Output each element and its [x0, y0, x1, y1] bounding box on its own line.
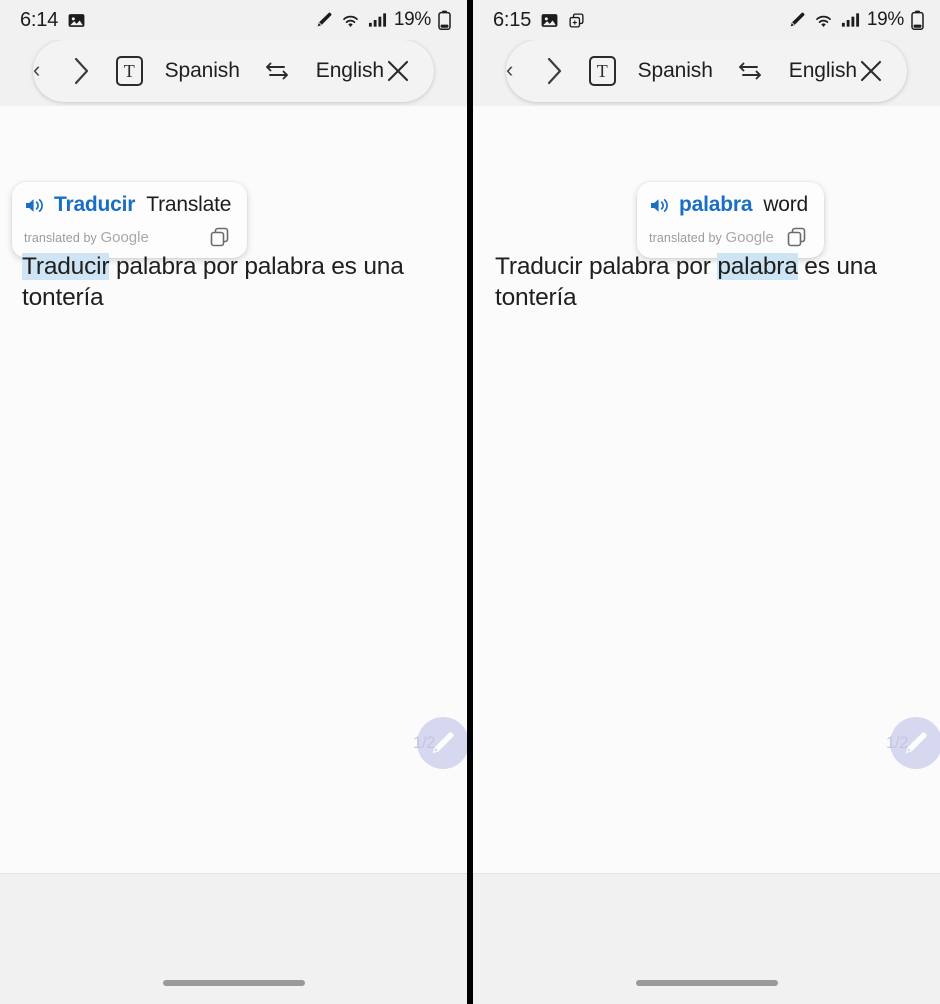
back-chevron-icon[interactable]: ‹ [506, 59, 513, 81]
screenshot-panel-left: 6:14 19% ‹ T Spanish English Traducir Tr… [0, 0, 467, 1004]
wifi-icon [813, 12, 834, 29]
stylus-icon [315, 11, 333, 29]
attribution-row: translated by Google [649, 226, 808, 248]
page-body-text[interactable]: Traducir palabra por palabra es una tont… [22, 252, 449, 313]
battery-percent: 19% [393, 9, 431, 30]
system-navigation-bar [0, 873, 467, 1004]
system-navigation-bar [473, 873, 940, 1004]
status-time: 6:14 [20, 8, 59, 31]
translation-attribution: translated by Google [24, 229, 149, 246]
battery-icon [438, 10, 451, 30]
text-mode-icon[interactable]: T [588, 56, 616, 86]
translate-toolbar-band: ‹ T Spanish English [473, 40, 940, 106]
target-language-button[interactable]: English [316, 59, 384, 83]
translation-words-row: Traducir Translate [24, 193, 231, 217]
signal-icon [368, 12, 387, 28]
side-by-side-screenshots: 6:14 19% ‹ T Spanish English Traducir Tr… [0, 0, 940, 1004]
signal-icon [841, 12, 860, 28]
floating-action-button-wrap[interactable]: 1/2 [886, 717, 940, 769]
content-bottom-divider [0, 873, 467, 874]
text-mode-icon[interactable]: T [115, 56, 143, 86]
fab-counter-label: 1/2 [885, 733, 909, 752]
close-icon[interactable] [384, 55, 412, 87]
source-word: palabra [679, 193, 753, 216]
copy-icon[interactable] [209, 226, 231, 248]
speaker-icon[interactable] [649, 196, 670, 215]
translate-toolbar: T Spanish English [506, 40, 907, 102]
source-language-button[interactable]: Spanish [638, 59, 713, 83]
page-content: Traducir Translate translated by Google … [0, 106, 467, 873]
translate-toolbar-band: ‹ T Spanish English [0, 40, 467, 106]
attribution-brand: Google [725, 228, 774, 246]
forward-chevron-icon[interactable] [63, 50, 100, 92]
fab-counter-label: 1/2 [412, 733, 436, 752]
forward-chevron-icon[interactable] [536, 50, 573, 92]
speaker-icon[interactable] [24, 196, 45, 215]
floating-action-button-wrap[interactable]: 1/2 [413, 717, 467, 769]
translation-popup-card: palabra word translated by Google [637, 182, 825, 258]
page-content: palabra word translated by Google Traduc… [473, 106, 940, 873]
screenshot-panel-right: 6:15 19% ‹ T Spanish English palabra wor… [473, 0, 940, 1004]
status-time: 6:15 [493, 8, 532, 31]
close-icon[interactable] [857, 55, 885, 87]
status-bar: 6:14 19% [0, 0, 467, 40]
home-indicator[interactable] [162, 980, 305, 986]
battery-percent: 19% [866, 9, 904, 30]
highlighted-word[interactable]: palabra [717, 253, 798, 280]
translation-popup-card: Traducir Translate translated by Google [12, 182, 248, 258]
attribution-prefix: translated by [24, 230, 97, 245]
target-word: Translate [146, 193, 232, 216]
screenshot-icon [568, 12, 585, 29]
stylus-icon [788, 11, 806, 29]
translation-words-row: palabra word [649, 193, 808, 217]
source-word: Traducir [54, 193, 136, 216]
source-language-button[interactable]: Spanish [165, 59, 240, 83]
image-icon [67, 11, 86, 30]
highlighted-word[interactable]: Traducir [22, 253, 110, 280]
swap-languages-icon[interactable] [264, 57, 290, 85]
translate-toolbar: T Spanish English [33, 40, 434, 102]
attribution-row: translated by Google [24, 226, 231, 248]
target-word: word [763, 193, 809, 216]
page-body-text[interactable]: Traducir palabra por palabra es una tont… [495, 252, 922, 313]
status-bar-left: 6:14 [20, 9, 86, 32]
swap-languages-icon[interactable] [737, 57, 763, 85]
home-indicator[interactable] [635, 980, 778, 986]
target-language-button[interactable]: English [789, 59, 857, 83]
attribution-prefix: translated by [649, 230, 722, 245]
battery-icon [911, 10, 924, 30]
status-bar: 6:15 19% [473, 0, 940, 40]
translation-attribution: translated by Google [649, 229, 774, 246]
image-icon [540, 11, 559, 30]
status-bar-right: 19% [788, 9, 924, 31]
back-chevron-icon[interactable]: ‹ [33, 59, 40, 81]
body-text-before: Traducir palabra por [495, 253, 718, 280]
wifi-icon [340, 12, 361, 29]
content-bottom-divider [473, 873, 940, 874]
copy-icon[interactable] [786, 226, 808, 248]
status-bar-right: 19% [315, 9, 451, 31]
status-bar-left: 6:15 [493, 9, 585, 32]
attribution-brand: Google [100, 228, 149, 246]
